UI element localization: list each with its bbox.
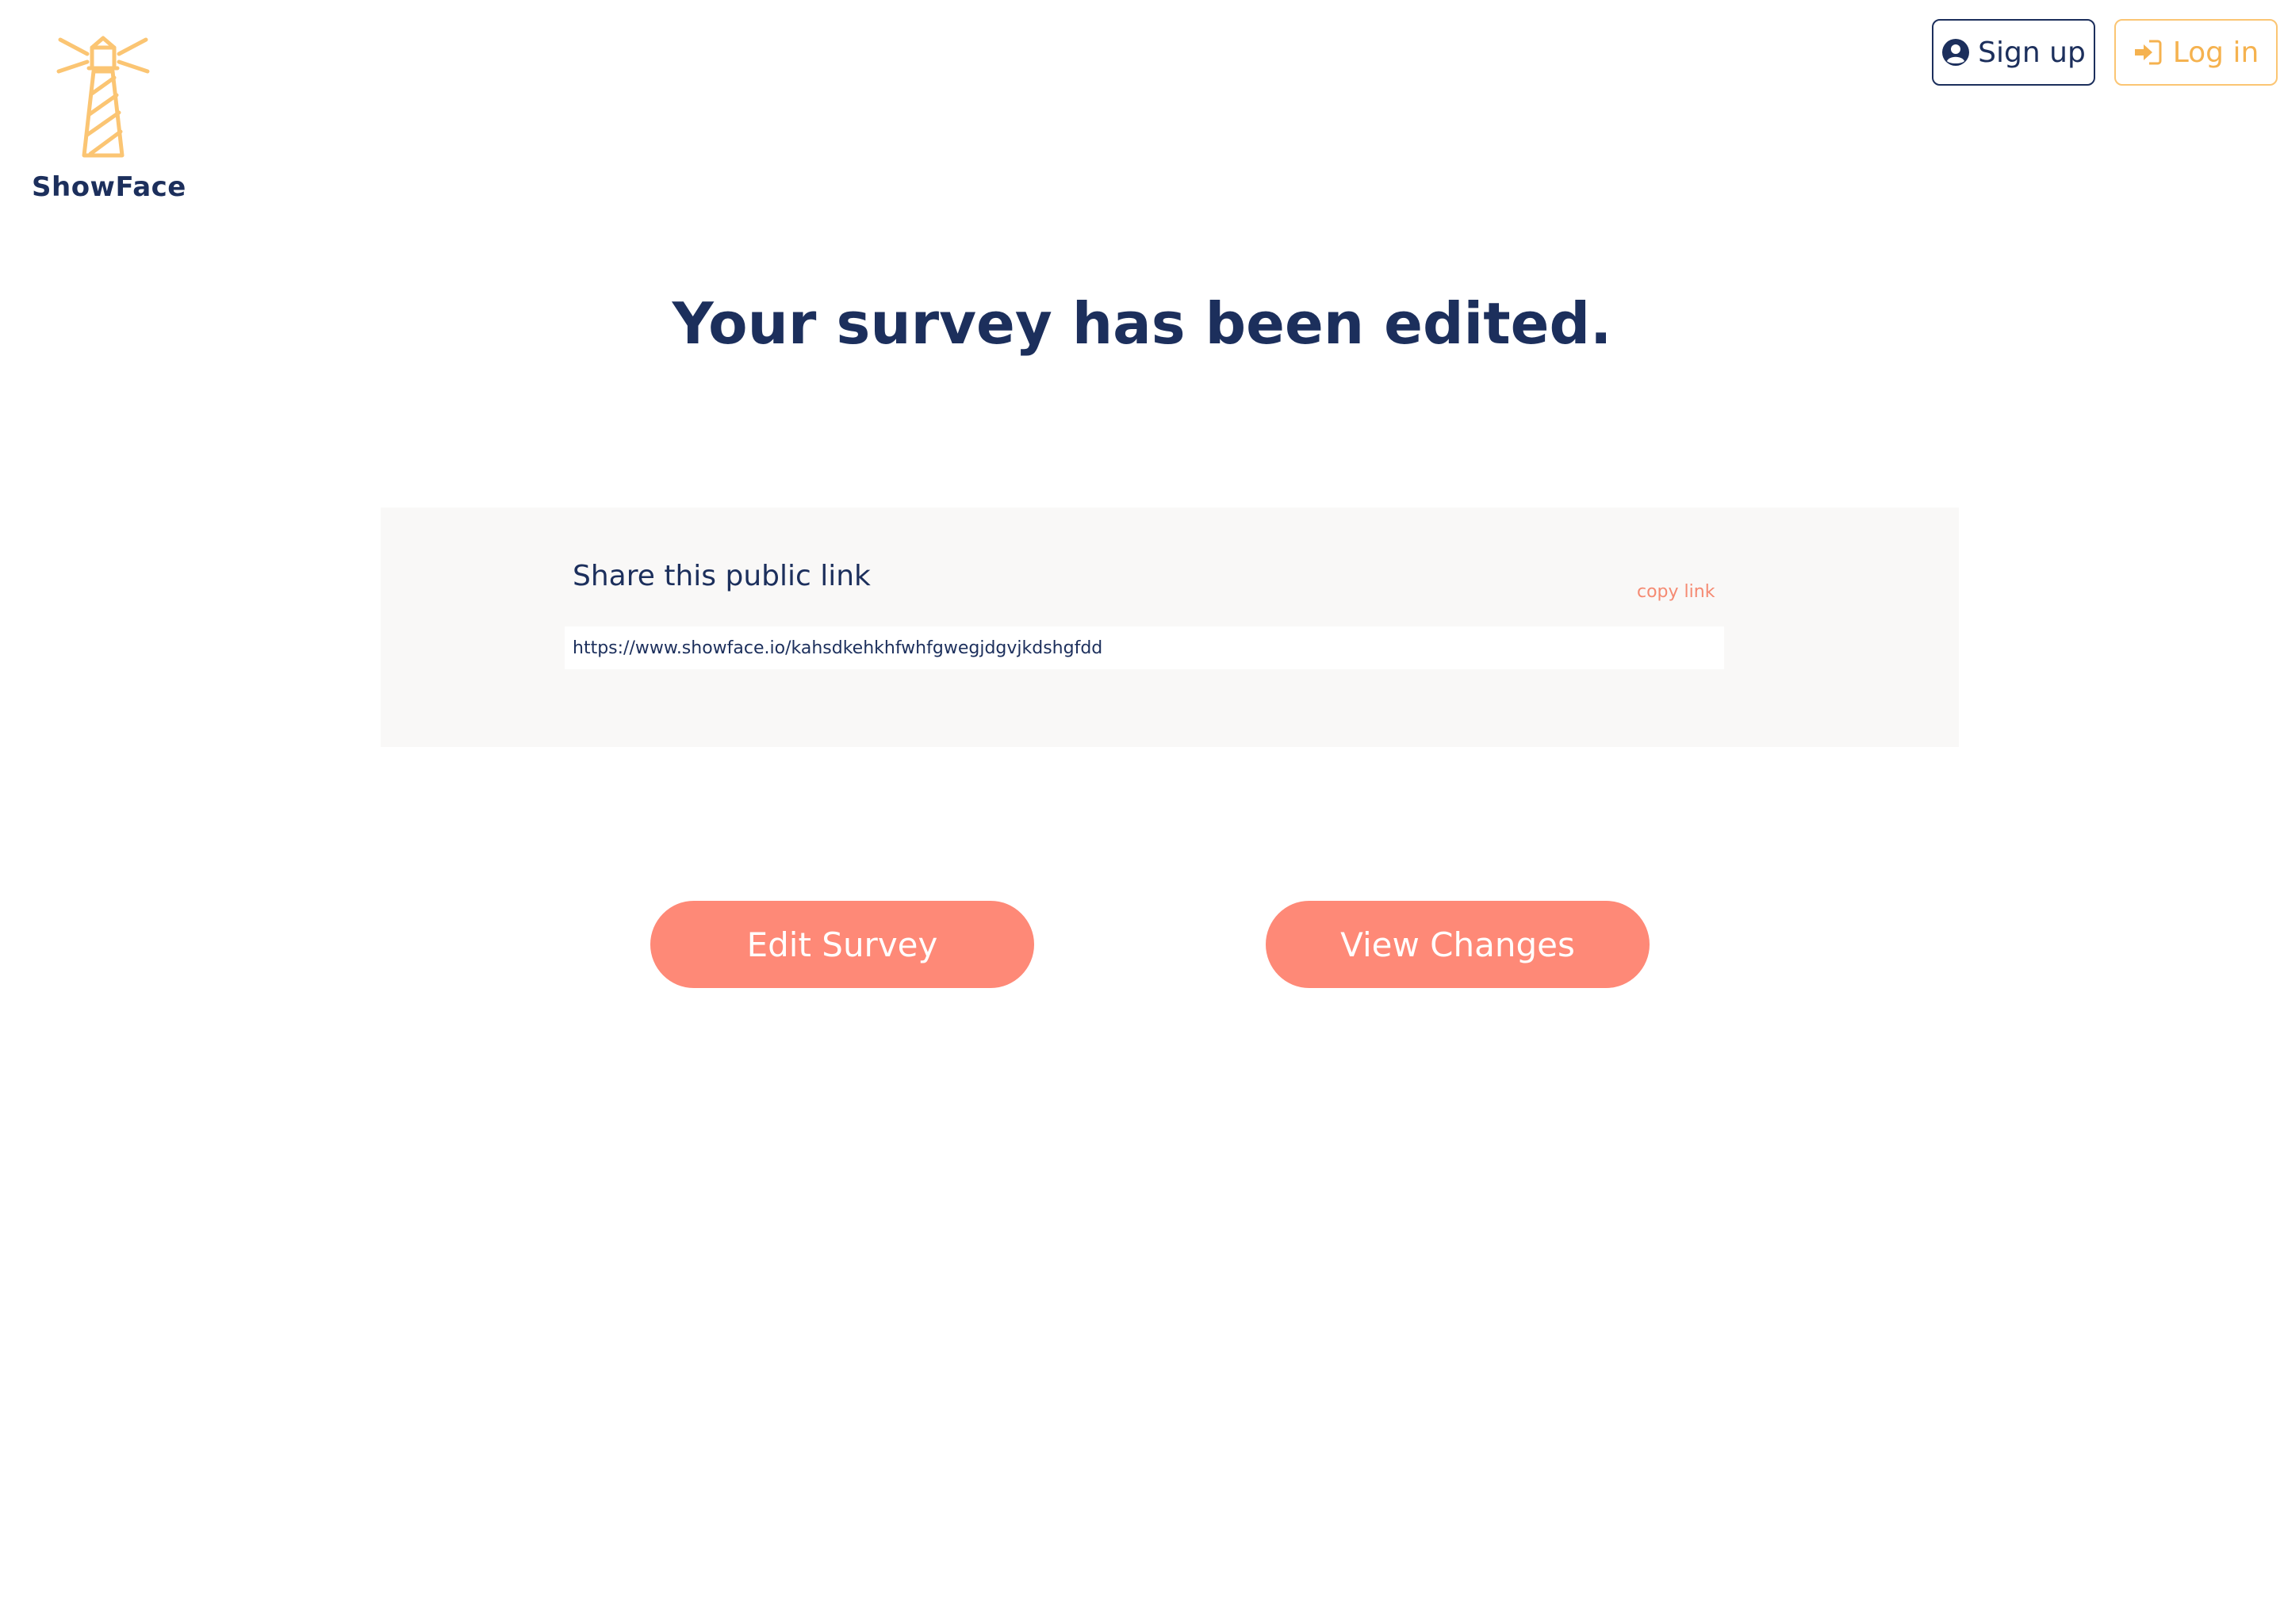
view-changes-label: View Changes xyxy=(1340,925,1575,964)
login-label: Log in xyxy=(2172,36,2259,69)
share-panel: Share this public link copy link xyxy=(381,508,1959,747)
signup-label: Sign up xyxy=(1978,36,2086,69)
copy-link-button[interactable]: copy link xyxy=(1637,582,1732,602)
share-title: Share this public link xyxy=(573,560,871,592)
brand-name: ShowFace xyxy=(32,171,186,203)
user-circle-icon xyxy=(1942,39,1970,66)
view-changes-button[interactable]: View Changes xyxy=(1266,901,1650,988)
lighthouse-icon xyxy=(56,36,150,158)
edit-survey-button[interactable]: Edit Survey xyxy=(650,901,1034,988)
signup-button[interactable]: Sign up xyxy=(1932,19,2095,86)
public-link-field[interactable] xyxy=(565,626,1724,669)
page-title: Your survey has been edited. xyxy=(672,290,1612,357)
login-button[interactable]: Log in xyxy=(2114,19,2278,86)
brand-logo[interactable]: ShowFace xyxy=(32,27,186,203)
edit-survey-label: Edit Survey xyxy=(746,925,938,964)
sign-in-icon xyxy=(2134,40,2162,65)
